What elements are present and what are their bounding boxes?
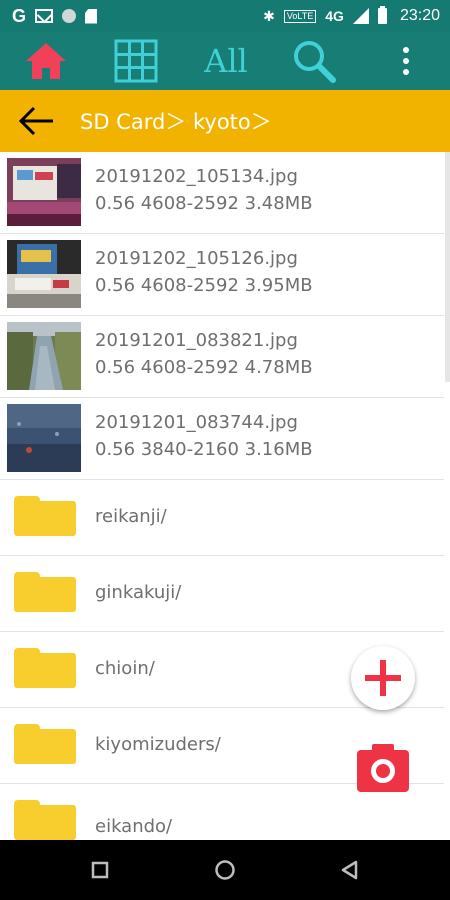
back-button[interactable] xyxy=(14,100,58,142)
list-item-file[interactable]: 20191201_083821.jpg 0.56 4608-2592 4.78M… xyxy=(0,316,444,398)
battery-icon xyxy=(377,6,387,24)
plus-icon xyxy=(365,660,401,696)
list-item-folder[interactable]: reikanji/ xyxy=(0,480,444,556)
system-nav-bar xyxy=(0,840,450,900)
folder-name: eikando/ xyxy=(95,816,173,837)
breadcrumb[interactable]: SD Card＞ kyoto＞ xyxy=(80,90,272,152)
file-meta: 0.56 4608-2592 4.78MB xyxy=(95,357,313,378)
file-meta: 0.56 3840-2160 3.16MB xyxy=(95,439,313,460)
search-icon xyxy=(294,41,336,83)
search-button[interactable] xyxy=(286,32,342,90)
file-name: 20191202_105134.jpg xyxy=(95,166,298,187)
camera-button[interactable] xyxy=(356,742,410,794)
signal-icon xyxy=(352,8,369,24)
network-type: 4G xyxy=(325,8,344,24)
recents-button[interactable] xyxy=(70,840,130,900)
grid-icon xyxy=(114,39,158,83)
volte-badge: VoLTE xyxy=(283,9,317,23)
file-meta: 0.56 4608-2592 3.95MB xyxy=(95,275,313,296)
home-button[interactable] xyxy=(18,32,74,90)
mail-icon xyxy=(35,9,54,23)
file-name: 20191202_105126.jpg xyxy=(95,248,298,269)
list-item-file[interactable]: 20191201_083744.jpg 0.56 3840-2160 3.16M… xyxy=(0,398,444,480)
folder-name: chioin/ xyxy=(95,658,155,679)
back-nav-button[interactable] xyxy=(320,840,380,900)
back-arrow-icon xyxy=(18,106,53,136)
file-meta: 0.56 4608-2592 3.48MB xyxy=(95,193,313,214)
file-name: 20191201_083821.jpg xyxy=(95,330,298,351)
add-button[interactable] xyxy=(351,646,415,710)
grid-view-button[interactable] xyxy=(108,32,164,90)
folder-icon xyxy=(14,496,76,536)
status-bar: G ✱ VoLTE 4G 23:20 xyxy=(0,0,450,32)
folder-icon xyxy=(14,724,76,764)
file-list: 20191202_105134.jpg 0.56 4608-2592 3.48M… xyxy=(0,152,450,840)
bluetooth-icon: ✱ xyxy=(263,7,275,24)
circle-icon xyxy=(215,860,235,880)
file-name: 20191201_083744.jpg xyxy=(95,412,298,433)
status-left-icons: G xyxy=(12,5,98,27)
home-nav-button[interactable] xyxy=(195,840,255,900)
folder-icon xyxy=(14,800,76,840)
square-icon xyxy=(91,861,109,879)
list-item-folder[interactable]: ginkakuji/ xyxy=(0,556,444,632)
more-vert-icon xyxy=(403,47,409,75)
folder-name: reikanji/ xyxy=(95,506,167,527)
more-options-button[interactable] xyxy=(386,32,426,90)
circle-icon xyxy=(62,9,77,23)
path-bar: SD Card＞ kyoto＞ xyxy=(0,90,450,152)
toolbar: All xyxy=(0,32,450,90)
home-icon xyxy=(26,43,66,79)
triangle-back-icon xyxy=(341,860,358,880)
image-thumbnail xyxy=(7,158,81,226)
all-filter-button[interactable]: All xyxy=(196,32,256,90)
folder-icon xyxy=(14,648,76,688)
google-icon: G xyxy=(12,5,27,26)
list-item-file[interactable]: 20191202_105134.jpg 0.56 4608-2592 3.48M… xyxy=(0,152,444,234)
folder-name: kiyomizuders/ xyxy=(95,734,221,755)
folder-icon xyxy=(14,572,76,612)
scrollbar[interactable] xyxy=(445,152,450,382)
list-item-file[interactable]: 20191202_105126.jpg 0.56 4608-2592 3.95M… xyxy=(0,234,444,316)
image-thumbnail xyxy=(7,240,81,308)
image-thumbnail xyxy=(7,404,81,472)
camera-icon xyxy=(357,744,409,792)
status-right-icons: ✱ VoLTE 4G 23:20 xyxy=(263,6,440,25)
clock: 23:20 xyxy=(399,7,440,24)
image-thumbnail xyxy=(7,322,81,390)
sd-card-icon xyxy=(85,8,98,24)
folder-name: ginkakuji/ xyxy=(95,582,182,603)
